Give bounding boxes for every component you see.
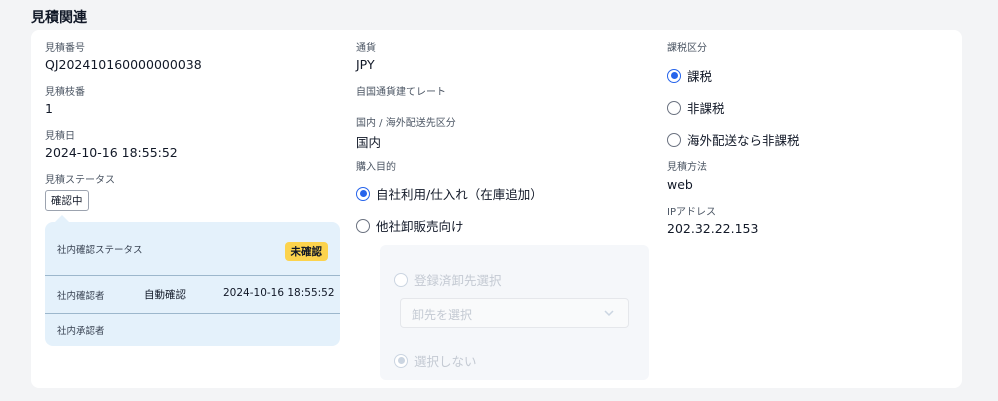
select-placeholder: 卸先を選択 <box>412 308 473 322</box>
wholesaler-select[interactable]: 卸先を選択 <box>400 298 629 328</box>
confirmer-label: 社内確認者 <box>57 291 105 302</box>
confirmer-value: 自動確認 <box>144 289 186 301</box>
method-label: 見積方法 <box>667 162 707 173</box>
radio-unselected-icon <box>667 132 681 147</box>
radio-selected-icon <box>356 186 370 201</box>
radio-label: 自社利用/仕入れ（在庫追加） <box>376 187 543 202</box>
divider <box>45 275 340 276</box>
quote-date-label: 見積日 <box>45 131 75 142</box>
no-selection-radio[interactable]: 選択しない <box>394 351 477 370</box>
branch-no-value: 1 <box>45 101 53 116</box>
quote-date-value: 2024-10-16 18:55:52 <box>45 145 178 160</box>
radio-label: 他社卸販売向け <box>376 219 464 234</box>
tax-label: 課税区分 <box>667 43 707 54</box>
internal-status-panel: 社内確認ステータス 未確認 社内確認者 自動確認 2024-10-16 18:5… <box>45 215 340 346</box>
radio-label: 海外配送なら非課税 <box>687 133 800 148</box>
radio-selected-icon <box>667 68 681 83</box>
radio-unselected-icon <box>667 100 681 115</box>
radio-disabled-icon <box>394 272 408 287</box>
quote-no-label: 見積番号 <box>45 43 85 54</box>
approver-label: 社内承認者 <box>57 326 105 337</box>
ip-label: IPアドレス <box>667 207 716 218</box>
tax-radio-taxable[interactable]: 課税 <box>667 66 712 85</box>
exchange-rate-label: 自国通貨建てレート <box>356 87 446 98</box>
radio-unselected-icon <box>356 218 370 233</box>
tax-radio-nontaxable[interactable]: 非課税 <box>667 98 725 117</box>
method-value: web <box>667 177 693 192</box>
quote-status-label: 見積ステータス <box>45 175 115 186</box>
tax-radio-overseas[interactable]: 海外配送なら非課税 <box>667 130 800 149</box>
radio-label: 選択しない <box>414 354 477 369</box>
domestic-label: 国内 / 海外配送先区分 <box>356 118 456 129</box>
radio-disabled-selected-icon <box>394 353 408 368</box>
domestic-value: 国内 <box>356 135 382 150</box>
branch-no-label: 見積枝番 <box>45 87 85 98</box>
radio-label: 非課税 <box>687 101 725 116</box>
currency-label: 通貨 <box>356 43 376 54</box>
purpose-radio-wholesale[interactable]: 他社卸販売向け <box>356 216 464 235</box>
purpose-label: 購入目的 <box>356 162 396 173</box>
wholesale-subpanel: 登録済卸先選択 卸先を選択 選択しない <box>380 245 649 380</box>
chevron-down-icon <box>602 305 616 324</box>
quote-no-value: QJ202410160000000038 <box>45 57 202 72</box>
ip-value: 202.32.22.153 <box>667 221 759 236</box>
divider <box>45 313 340 314</box>
internal-status-badge: 未確認 <box>284 242 328 261</box>
confirmer-date: 2024-10-16 18:55:52 <box>223 287 335 299</box>
radio-label: 課税 <box>687 69 713 84</box>
quote-info-card: 見積番号 QJ202410160000000038 見積枝番 1 見積日 202… <box>31 30 962 388</box>
registered-wholesaler-radio[interactable]: 登録済卸先選択 <box>394 270 502 289</box>
section-title: 見積関連 <box>31 10 87 26</box>
currency-value: JPY <box>356 57 375 72</box>
radio-label: 登録済卸先選択 <box>414 273 502 288</box>
purpose-radio-self-use[interactable]: 自社利用/仕入れ（在庫追加） <box>356 184 543 203</box>
quote-status-badge: 確認中 <box>45 190 89 211</box>
internal-status-label: 社内確認ステータス <box>57 245 143 256</box>
